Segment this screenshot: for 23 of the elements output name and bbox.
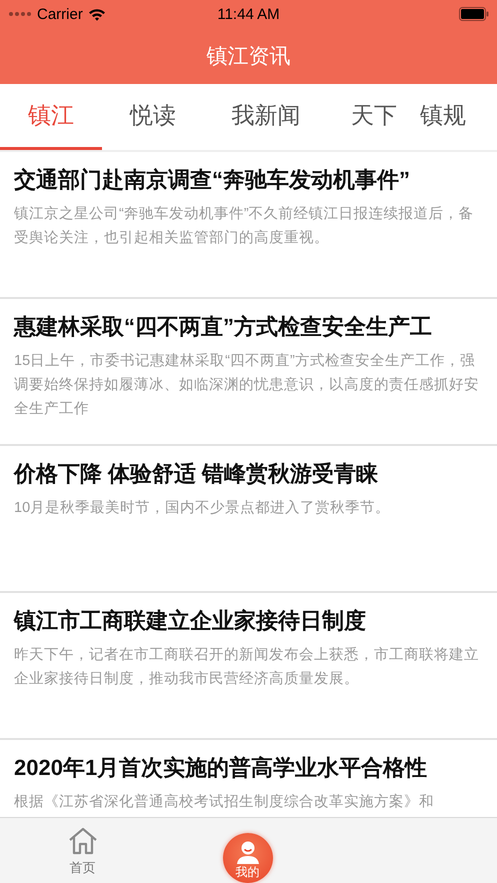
wifi-icon [88, 8, 106, 20]
signal-icon [8, 11, 32, 17]
article-summary: 昨天下午，记者在市工商联召开的新闻发布会上获悉，市工商联将建立企业家接待日制度，推动我市民营经济高质量发展。 [14, 646, 480, 689]
article-summary: 10月是秋季最美时节，国内不少景点都进入了赏秋季节。 [14, 498, 392, 518]
article-title[interactable]: 惠建林采取“四不两直”方式检查安全生产工 [14, 311, 483, 343]
article-summary: 15日上午，市委书记惠建林采取“四不两直”方式检查安全生产工作，强调要始终保持如履薄冰、如临深渊的忧患意识，以高度的责任感抓好安全生产工作 [14, 352, 480, 419]
article-title[interactable]: 镇江市工商联建立企业家接待日制度 [14, 605, 483, 637]
status-time: 11:44 AM [217, 6, 280, 22]
nav-title: 镇江资讯 [206, 44, 290, 70]
article-summary: 镇江京之星公司“奔驰车发动机事件”不久前经镇江日报连续报道后，备受舆论关注，也引起相关监管部门的高度重视。 [14, 204, 475, 248]
carrier-name: Carrier [37, 6, 83, 22]
tab-bar-item[interactable]: 首页 [68, 818, 98, 883]
home-icon [68, 827, 98, 855]
category-tab[interactable]: 我新闻 [204, 84, 328, 150]
battery-icon [459, 7, 489, 21]
article-title[interactable]: 价格下降 体验舒适 错峰赏秋游受青睐 [14, 458, 483, 490]
category-tab[interactable]: 悦读 [102, 84, 204, 150]
category-tab[interactable]: 镇规 [420, 84, 466, 150]
person-icon [234, 840, 260, 864]
article-summary: 根据《江苏省深化普通高校考试招生制度综合改革实施方案》和 [14, 792, 435, 812]
category-tab[interactable]: 天下 [328, 84, 420, 150]
article-title[interactable]: 2020年1月首次实施的普高学业水平合格性 [14, 752, 483, 784]
article-title[interactable]: 交通部门赴南京调查“奔驰车发动机事件” [14, 164, 483, 196]
